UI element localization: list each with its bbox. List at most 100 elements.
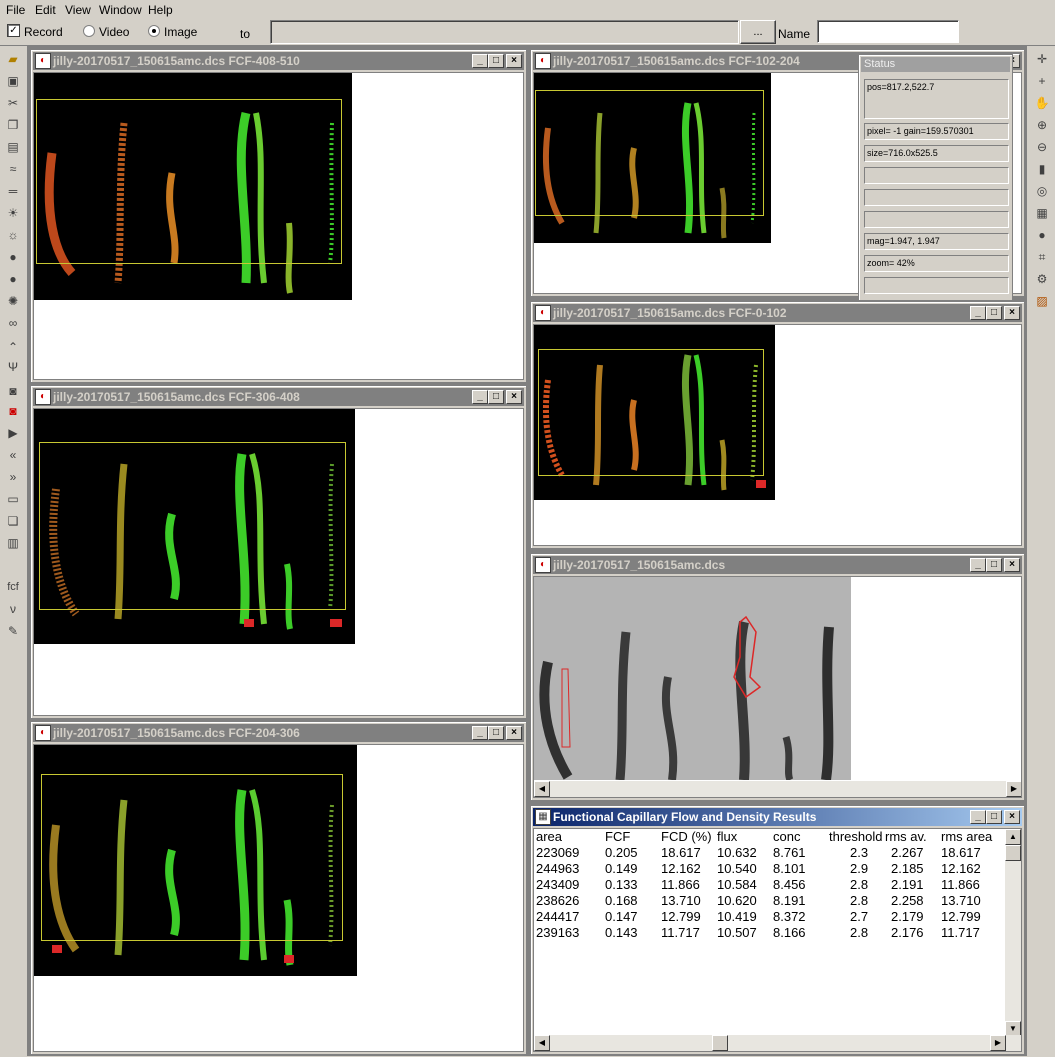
close-button[interactable]: × bbox=[1004, 558, 1020, 572]
results-viewport[interactable]: area FCF FCD (%) flux conc threshold rms… bbox=[533, 828, 1022, 1052]
paste-icon[interactable]: ▤ bbox=[5, 140, 21, 154]
grid-icon[interactable]: ▦ bbox=[1034, 206, 1050, 220]
minimize-button[interactable]: _ bbox=[472, 390, 488, 404]
scroll-left-button[interactable]: ◀ bbox=[534, 781, 550, 797]
record-camera-icon[interactable]: ◙ bbox=[5, 404, 21, 418]
maximize-button[interactable]: □ bbox=[488, 390, 504, 404]
roi-box[interactable] bbox=[39, 442, 346, 610]
play-icon[interactable]: ▶ bbox=[5, 426, 21, 440]
name-input[interactable] bbox=[817, 20, 959, 43]
hand-icon[interactable]: ✋ bbox=[1034, 96, 1050, 110]
scroll-right-button[interactable]: ▶ bbox=[1006, 781, 1021, 797]
tape-icon[interactable]: ▭ bbox=[5, 492, 21, 506]
minimize-button[interactable]: _ bbox=[472, 726, 488, 740]
target-icon[interactable]: ◎ bbox=[1034, 184, 1050, 198]
window-fcf-306-408[interactable]: ◐ jilly-20170517_150615amc.dcs FCF-306-4… bbox=[30, 385, 527, 719]
maximize-button[interactable]: □ bbox=[986, 558, 1002, 572]
image-radio[interactable] bbox=[148, 25, 160, 37]
circle-fill-icon[interactable]: ● bbox=[1034, 228, 1050, 242]
window-titlebar[interactable]: ◐ jilly-20170517_150615amc.dcs FCF-306-4… bbox=[33, 388, 524, 406]
gear-icon[interactable]: ✺ bbox=[5, 294, 21, 308]
image-viewport[interactable] bbox=[33, 72, 524, 380]
image-viewport[interactable] bbox=[33, 744, 524, 1052]
maximize-button[interactable]: □ bbox=[488, 54, 504, 68]
close-button[interactable]: × bbox=[1004, 306, 1020, 320]
close-button[interactable]: × bbox=[506, 54, 522, 68]
roi-box[interactable] bbox=[538, 349, 764, 476]
window-results[interactable]: ▦ Functional Capillary Flow and Density … bbox=[530, 805, 1025, 1055]
copy-icon[interactable]: ❐ bbox=[5, 118, 21, 132]
stack-icon[interactable]: ❏ bbox=[5, 514, 21, 528]
roi-box[interactable] bbox=[535, 90, 764, 216]
image-viewport[interactable]: ◀ ▶ bbox=[533, 576, 1022, 798]
maximize-button[interactable]: □ bbox=[986, 810, 1002, 824]
menu-window[interactable]: Window bbox=[99, 3, 142, 17]
image-viewport[interactable] bbox=[533, 324, 1022, 546]
equals-icon[interactable]: ═ bbox=[5, 184, 21, 198]
scroll-thumb[interactable] bbox=[1005, 845, 1021, 861]
cut-icon[interactable]: ✂ bbox=[5, 96, 21, 110]
maximize-button[interactable]: □ bbox=[488, 726, 504, 740]
menu-view[interactable]: View bbox=[65, 3, 91, 17]
pen-icon[interactable]: ✎ bbox=[5, 624, 21, 638]
window-titlebar[interactable]: ◐ jilly-20170517_150615amc.dcs _ □ × bbox=[533, 556, 1022, 574]
scroll-right-button[interactable]: ▶ bbox=[990, 1035, 1006, 1051]
window-titlebar[interactable]: ▦ Functional Capillary Flow and Density … bbox=[533, 808, 1022, 826]
image-viewport[interactable] bbox=[33, 408, 524, 716]
window-titlebar[interactable]: ◐ jilly-20170517_150615amc.dcs FCF-0-102… bbox=[533, 304, 1022, 322]
v-icon[interactable]: ν bbox=[5, 602, 21, 616]
image-icon[interactable]: ▨ bbox=[1034, 294, 1050, 308]
menu-edit[interactable]: Edit bbox=[35, 3, 56, 17]
maximize-button[interactable]: □ bbox=[986, 306, 1002, 320]
close-button[interactable]: × bbox=[1004, 810, 1020, 824]
window-fcf-0-102[interactable]: ◐ jilly-20170517_150615amc.dcs FCF-0-102… bbox=[530, 301, 1025, 549]
tool-icon[interactable]: ⚙ bbox=[1034, 272, 1050, 286]
close-button[interactable]: × bbox=[506, 390, 522, 404]
split-icon[interactable]: Ψ bbox=[5, 360, 21, 374]
save-icon[interactable]: ▣ bbox=[5, 74, 21, 88]
trash-icon[interactable]: ▮ bbox=[1034, 162, 1050, 176]
close-button[interactable]: × bbox=[506, 726, 522, 740]
contrast-icon[interactable]: ☼ bbox=[5, 228, 21, 242]
window-titlebar[interactable]: ◐ jilly-20170517_150615amc.dcs FCF-204-3… bbox=[33, 724, 524, 742]
roi-box[interactable] bbox=[41, 774, 343, 941]
window-fcf-408-510[interactable]: ◐ jilly-20170517_150615amc.dcs FCF-408-5… bbox=[30, 49, 527, 383]
glasses-icon[interactable]: ∞ bbox=[5, 316, 21, 330]
window-titlebar[interactable]: ◐ jilly-20170517_150615amc.dcs FCF-408-5… bbox=[33, 52, 524, 70]
zoom-out-icon[interactable]: ⊖ bbox=[1034, 140, 1050, 154]
scroll-thumb[interactable] bbox=[712, 1035, 728, 1051]
vertical-scrollbar[interactable]: ▲ ▼ bbox=[1005, 829, 1021, 1037]
menu-help[interactable]: Help bbox=[148, 3, 173, 17]
horizontal-scrollbar[interactable]: ◀ ▶ bbox=[534, 781, 1021, 797]
crosshair-icon[interactable]: ✛ bbox=[1034, 52, 1050, 66]
plus-icon[interactable]: + bbox=[1034, 74, 1050, 88]
menu-file[interactable]: File bbox=[6, 3, 25, 17]
zoom-in-icon[interactable]: ⊕ bbox=[1034, 118, 1050, 132]
fcf-text-icon[interactable]: fcf bbox=[5, 580, 21, 594]
record-checkbox[interactable]: ✓ bbox=[7, 24, 20, 37]
horizontal-scrollbar[interactable]: ◀ ▶ bbox=[534, 1035, 1021, 1051]
camera-icon[interactable]: ◙ bbox=[5, 384, 21, 398]
scroll-up-button[interactable]: ▲ bbox=[1005, 829, 1021, 845]
minimize-button[interactable]: _ bbox=[970, 810, 986, 824]
fast-forward-icon[interactable]: » bbox=[5, 470, 21, 484]
roi-box[interactable] bbox=[36, 99, 342, 264]
minimize-button[interactable]: _ bbox=[970, 558, 986, 572]
rewind-icon[interactable]: « bbox=[5, 448, 21, 462]
circle-small-icon[interactable]: ● bbox=[5, 272, 21, 286]
brightness-icon[interactable]: ☀ bbox=[5, 206, 21, 220]
path-field[interactable] bbox=[270, 20, 739, 44]
nodes-icon[interactable]: ⌗ bbox=[1034, 250, 1050, 264]
window-raw-image[interactable]: ◐ jilly-20170517_150615amc.dcs _ □ × ◀ ▶ bbox=[530, 553, 1025, 801]
window-fcf-204-306[interactable]: ◐ jilly-20170517_150615amc.dcs FCF-204-3… bbox=[30, 721, 527, 1055]
minimize-button[interactable]: _ bbox=[472, 54, 488, 68]
frames-icon[interactable]: ▥ bbox=[5, 536, 21, 550]
browse-button[interactable]: ... bbox=[740, 20, 776, 44]
circle-icon[interactable]: ● bbox=[5, 250, 21, 264]
wave-icon[interactable]: ≈ bbox=[5, 162, 21, 176]
scroll-left-button[interactable]: ◀ bbox=[534, 1035, 550, 1051]
open-folder-icon[interactable]: ▰ bbox=[5, 52, 21, 66]
video-radio[interactable] bbox=[83, 25, 95, 37]
peak-icon[interactable]: ⌃ bbox=[5, 340, 21, 354]
minimize-button[interactable]: _ bbox=[970, 306, 986, 320]
